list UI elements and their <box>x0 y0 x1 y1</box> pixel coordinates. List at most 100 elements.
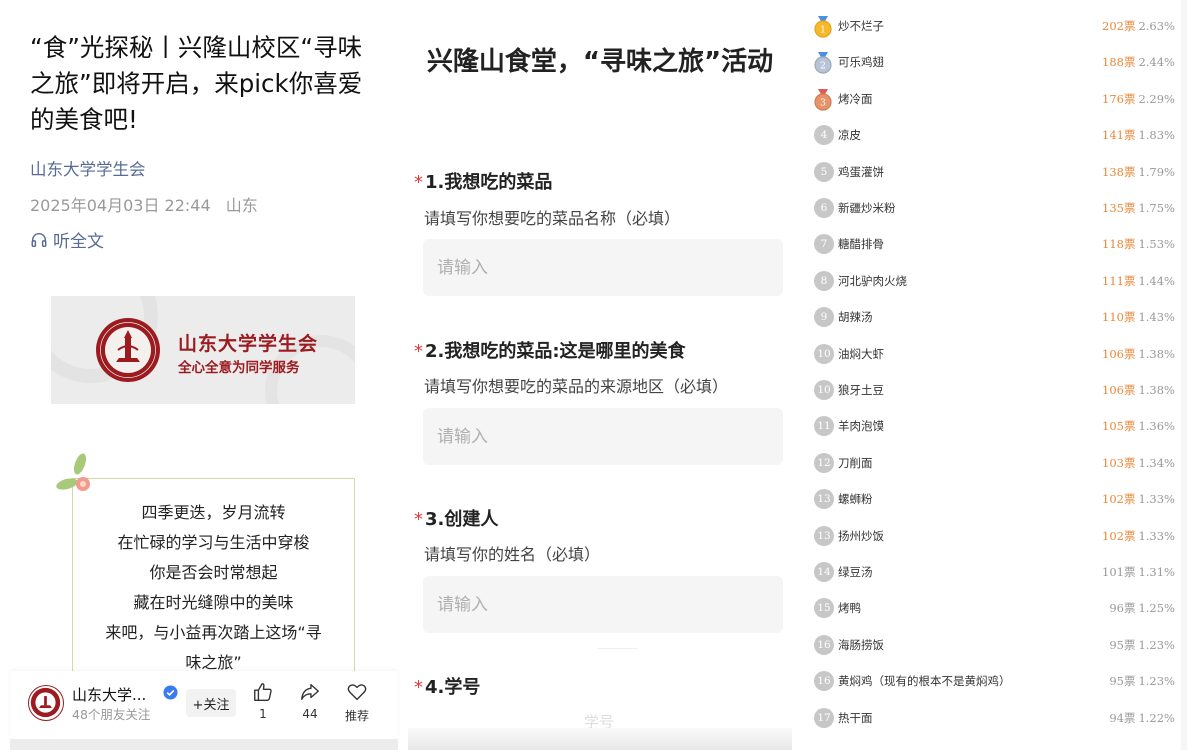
vote-count: 101票 <box>1102 565 1136 579</box>
recommend-button[interactable]: 推荐 <box>337 681 377 724</box>
vote-stat: 102票 1.33% <box>1102 491 1175 507</box>
thumbs-up-icon <box>254 683 272 701</box>
vote-stat: 138票 1.79% <box>1102 164 1175 180</box>
share-button[interactable]: 44 <box>290 681 330 721</box>
ranking-row: 3 烤冷面 176票 2.29% <box>800 81 1180 117</box>
article-author-link[interactable]: 山东大学学生会 <box>30 156 146 180</box>
banner-slogan: 全心全意为同学服务 <box>178 360 300 376</box>
rank-number: 4 <box>814 125 834 146</box>
like-count: 1 <box>259 707 267 721</box>
like-button[interactable]: 1 <box>243 681 283 721</box>
banner-title: 山东大学学生会 <box>178 333 319 355</box>
dish-name: 海肠捞饭 <box>838 637 884 652</box>
question-1-label: * 1.我想吃的菜品 <box>414 168 552 194</box>
vote-stat: 106票 1.38% <box>1102 346 1175 362</box>
required-marker: * <box>414 509 423 530</box>
rank-number: 17 <box>814 707 834 728</box>
vote-percentage: 1.25% <box>1138 601 1175 616</box>
ranking-row: 7 糖醋排骨 118票 1.53% <box>800 226 1180 262</box>
rank-number: 5 <box>814 161 834 182</box>
poem-line: 四季更迭，岁月流转 <box>141 503 286 522</box>
question-3-label: * 3.创建人 <box>414 505 498 531</box>
rank-number: 8 <box>814 270 834 291</box>
share-icon <box>301 683 319 701</box>
vote-percentage: 1.22% <box>1138 710 1175 725</box>
medal-icon: 2 <box>814 52 832 74</box>
rank-number: 16 <box>814 634 834 655</box>
rank-number: 2 <box>820 62 826 72</box>
vote-percentage: 1.38% <box>1138 383 1175 397</box>
student-union-banner: 山东大学学生会 全心全意为同学服务 <box>51 296 355 404</box>
dish-name: 糖醋排骨 <box>838 237 884 252</box>
poem-line: 藏在时光缝隙中的美味 <box>133 593 294 612</box>
dish-name-input[interactable] <box>423 239 783 296</box>
dish-origin-input[interactable] <box>423 408 783 465</box>
ranking-row: 2 可乐鸡翅 188票 2.44% <box>800 44 1180 80</box>
vote-percentage: 1.75% <box>1138 201 1175 215</box>
ranking-row: 9 胡辣汤 110票 1.43% <box>800 299 1180 335</box>
dish-name: 凉皮 <box>838 128 861 143</box>
dish-name: 鸡蛋灌饼 <box>838 164 884 179</box>
creator-name-input[interactable] <box>423 576 783 633</box>
ranking-row: 13 螺蛳粉 102票 1.33% <box>800 481 1180 517</box>
vote-percentage: 1.33% <box>1138 492 1175 507</box>
poem-line: 在忙碌的学习与生活中穿梭 <box>117 533 310 552</box>
university-seal-logo <box>30 687 61 718</box>
question-2-label: * 2.我想吃的菜品:这是哪里的美食 <box>414 337 686 363</box>
vote-percentage: 1.36% <box>1138 419 1175 434</box>
vote-count: 102票 <box>1102 492 1136 507</box>
account-name[interactable]: 山东大学... <box>72 684 146 705</box>
question-3-description: 请填写你的姓名（必填） <box>424 545 601 564</box>
listen-label: 听全文 <box>53 232 104 252</box>
ranking-row: 15 烤鸭 96票 1.25% <box>800 590 1180 626</box>
question-1-text: 1.我想吃的菜品 <box>425 172 553 193</box>
vote-stat: 118票 1.53% <box>1102 236 1175 252</box>
dish-name: 刀削面 <box>838 455 873 470</box>
vote-count: 118票 <box>1102 237 1136 252</box>
question-2-text: 2.我想吃的菜品:这是哪里的美食 <box>425 341 686 362</box>
headphones-icon <box>31 232 47 247</box>
follow-button[interactable]: +关注 <box>186 689 236 717</box>
dish-name: 可乐鸡翅 <box>838 55 884 70</box>
vote-percentage: 1.31% <box>1138 565 1175 579</box>
heart-icon <box>347 684 367 701</box>
vote-stat: 141票 1.83% <box>1102 127 1175 143</box>
vote-percentage: 1.53% <box>1138 237 1175 252</box>
ranking-row: 17 热干面 94票 1.22% <box>800 700 1180 736</box>
vote-stat: 135票 1.75% <box>1102 200 1175 216</box>
vote-percentage: 1.33% <box>1138 528 1175 543</box>
question-3-text: 3.创建人 <box>425 509 499 530</box>
rank-number: 16 <box>814 671 834 692</box>
vote-stat: 176票 2.29% <box>1102 91 1175 107</box>
dish-name: 油焖大虾 <box>838 346 884 361</box>
scroll-edge <box>1181 0 1187 750</box>
dish-name: 新疆炒米粉 <box>838 201 896 215</box>
ranking-row: 8 河北驴肉火烧 111票 1.44% <box>800 263 1180 299</box>
question-2-description: 请填写你想要吃的菜品的来源地区（必填） <box>424 377 729 396</box>
medal-icon: 3 <box>814 88 832 111</box>
vote-stat: 103票 1.34% <box>1102 455 1175 471</box>
rank-number: 10 <box>814 380 834 400</box>
poem-line: 来吧，与小益再次踏上这场“寻 <box>105 623 322 642</box>
vote-count: 138票 <box>1102 164 1136 179</box>
vote-percentage: 1.83% <box>1138 128 1175 143</box>
rank-number: 3 <box>820 98 826 108</box>
article-meta: 2025年04月03日 22:44 山东 <box>30 192 258 216</box>
vote-count: 176票 <box>1102 91 1136 106</box>
vote-percentage: 1.34% <box>1138 455 1175 470</box>
vote-stat: 110票 1.43% <box>1102 309 1175 325</box>
vote-count: 188票 <box>1102 55 1136 70</box>
vote-ranking-panel: 1 炒不烂子 202票 2.63% 2 可乐鸡翅 188票 2.44% 3 烤冷面 176票 2.29… <box>800 0 1200 750</box>
vote-stat: 101票 1.31% <box>1102 564 1175 580</box>
required-marker: * <box>414 172 423 193</box>
vote-percentage: 1.79% <box>1138 164 1175 179</box>
vote-count: 96票 <box>1109 601 1136 616</box>
account-avatar[interactable] <box>28 685 64 721</box>
article-title: “食”光探秘丨兴隆山校区“寻味之旅”即将开启，来pick你喜爱的美食吧! <box>30 33 363 134</box>
dish-name: 烤冷面 <box>838 91 873 106</box>
listen-button[interactable]: 听全文 <box>30 227 104 252</box>
vote-percentage: 1.43% <box>1138 310 1175 325</box>
ranking-row: 1 炒不烂子 202票 2.63% <box>800 8 1180 44</box>
ranking-row: 14 绿豆汤 101票 1.31% <box>800 554 1180 590</box>
ranking-row: 10 油焖大虾 106票 1.38% <box>800 336 1180 372</box>
